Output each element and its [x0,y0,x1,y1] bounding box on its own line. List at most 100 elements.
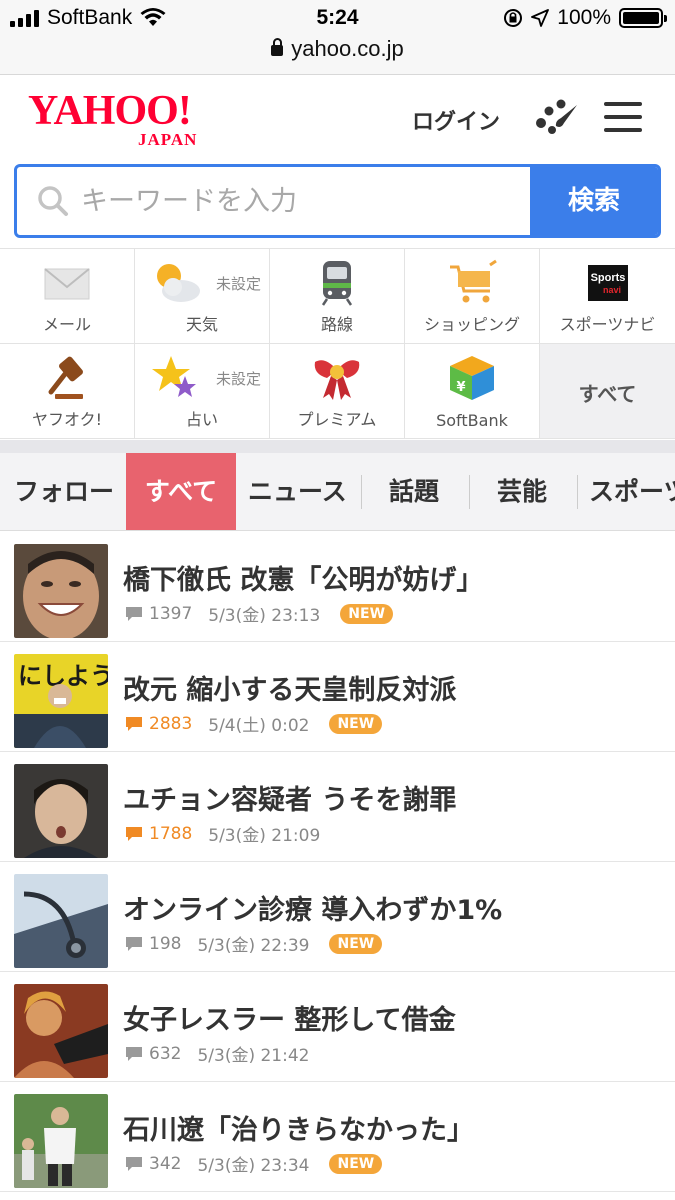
hamburger-menu-icon[interactable] [604,102,642,132]
logo-sub-text: JAPAN [138,130,198,149]
comment-count: 198 [149,933,182,954]
theme-brush-icon[interactable] [533,96,579,138]
news-thumbnail [14,1094,108,1188]
search-input[interactable] [81,167,531,235]
tab-entertainment[interactable]: 芸能 [497,453,547,530]
comment-count: 1397 [149,603,193,624]
news-headline: 改元 縮小する天皇制反対派 [123,675,457,706]
comment-icon [126,936,142,951]
news-tabs: フォロー すべて ニュース 話題 芸能 スポーツ [0,453,675,531]
lock-icon [271,38,284,56]
train-icon [321,261,353,306]
comment-icon [126,716,142,731]
url-text: yahoo.co.jp [291,36,404,61]
comment-icon [126,606,142,621]
service-auction[interactable]: ヤフオク! [0,344,135,439]
comment-count: 2883 [149,713,193,734]
new-badge: NEW [329,713,383,734]
service-premium[interactable]: プレミアム [270,344,405,439]
news-thumbnail [14,874,108,968]
news-meta: 1397 5/3(金) 23:13 NEW [125,601,394,626]
rotation-lock-icon [504,9,523,27]
weather-unset-label: 未設定 [215,275,261,293]
weather-icon [157,264,200,302]
url-bar[interactable]: yahoo.co.jp [0,36,675,66]
service-fortune[interactable]: 未設定 占い [135,344,270,439]
yahoo-japan-logo[interactable]: YAHOO! JAPAN [28,88,218,149]
news-headline: ユチョン容疑者 うそを謝罪 [123,785,457,816]
news-meta: 1788 5/3(金) 21:09 [125,821,320,846]
news-date: 5/3(金) 21:09 [208,826,321,846]
new-badge: NEW [340,603,394,624]
service-train[interactable]: 路線 [270,249,405,344]
sportsnavi-icon: Sports navi [587,265,628,301]
logo-main-text: YAHOO! [28,88,192,134]
softbank-cube-icon: ¥ [450,356,494,400]
tab-separator [361,475,362,509]
comment-count: 632 [149,1043,182,1064]
service-softbank[interactable]: ¥ SoftBank [405,344,540,439]
status-bar: SoftBank 5:24 100% [0,0,675,38]
section-divider [0,440,675,453]
search-button[interactable]: 検索 [530,167,658,235]
comment-icon [126,1046,142,1061]
news-date: 5/3(金) 21:42 [197,1046,310,1066]
tab-follow[interactable]: フォロー [14,453,114,530]
battery-percent: 100% [557,6,611,29]
svg-text:¥: ¥ [456,380,465,395]
service-sportsnavi[interactable]: Sports navi スポーツナビ [540,249,675,344]
fortune-stars-icon [152,356,196,397]
news-item[interactable]: 橋下徹氏 改憲「公明が妨げ」 1397 5/3(金) 23:13 NEW [0,532,675,642]
services-grid: メール 未設定 天気 路線 ショッピング Sports navi スポーツナビ … [0,248,675,439]
comment-icon [126,826,142,841]
auction-hammer-icon [48,356,83,399]
news-item[interactable]: 女子レスラー 整形して借金 632 5/3(金) 21:42 [0,972,675,1082]
new-badge: NEW [329,933,383,954]
news-thumbnail: にしよう天 [14,654,108,748]
browser-top-bar: SoftBank 5:24 100% yahoo.co.jp [0,0,675,75]
tab-news[interactable]: ニュース [248,453,347,530]
tab-sports[interactable]: スポーツ [589,453,675,530]
fortune-unset-label: 未設定 [215,370,261,388]
news-item[interactable]: オンライン診療 導入わずか1% 198 5/3(金) 22:39 NEW [0,862,675,972]
news-date: 5/3(金) 23:34 [197,1156,310,1176]
site-header: YAHOO! JAPAN ログイン [0,76,675,162]
news-date: 5/3(金) 23:13 [208,606,321,626]
mail-icon [44,268,90,300]
svg-text:navi: navi [602,285,620,295]
tab-all[interactable]: すべて [126,453,236,530]
cart-icon [450,259,497,303]
news-headline: オンライン診療 導入わずか1% [123,895,503,926]
location-arrow-icon [531,9,550,27]
new-badge: NEW [329,1153,383,1174]
news-meta: 2883 5/4(土) 0:02 NEW [125,711,383,736]
tab-separator [469,475,470,509]
service-weather[interactable]: 未設定 天気 [135,249,270,344]
news-date: 5/3(金) 22:39 [197,936,310,956]
search-icon [38,186,68,216]
comment-count: 342 [149,1153,182,1174]
news-headline: 石川遼「治りきらなかった」 [123,1115,474,1146]
news-headline: 女子レスラー 整形して借金 [123,1005,456,1036]
login-link[interactable]: ログイン [412,104,500,136]
news-item[interactable]: 石川遼「治りきらなかった」 342 5/3(金) 23:34 NEW [0,1082,675,1192]
battery-icon [619,8,667,28]
news-headline: 橋下徹氏 改憲「公明が妨げ」 [123,565,484,596]
news-meta: 198 5/3(金) 22:39 NEW [125,931,383,956]
news-item[interactable]: にしよう天 改元 縮小する天皇制反対派 2883 5/4(土) 0:02 NEW [0,642,675,752]
service-shopping[interactable]: ショッピング [405,249,540,344]
premium-ribbon-icon [314,360,360,400]
news-date: 5/4(土) 0:02 [208,716,310,736]
news-item[interactable]: ユチョン容疑者 うそを謝罪 1788 5/3(金) 21:09 [0,752,675,862]
tab-topics[interactable]: 話題 [389,453,439,530]
search-box: 検索 [14,164,661,238]
news-meta: 342 5/3(金) 23:34 NEW [125,1151,383,1176]
svg-text:Sports: Sports [590,272,625,284]
news-thumbnail [14,764,108,858]
comment-icon [126,1156,142,1171]
news-list: 橋下徹氏 改憲「公明が妨げ」 1397 5/3(金) 23:13 NEW にしよ… [0,532,675,1192]
service-all[interactable]: すべて [540,344,675,439]
news-thumbnail [14,984,108,1078]
tab-separator [577,475,578,509]
service-mail[interactable]: メール [0,249,135,344]
